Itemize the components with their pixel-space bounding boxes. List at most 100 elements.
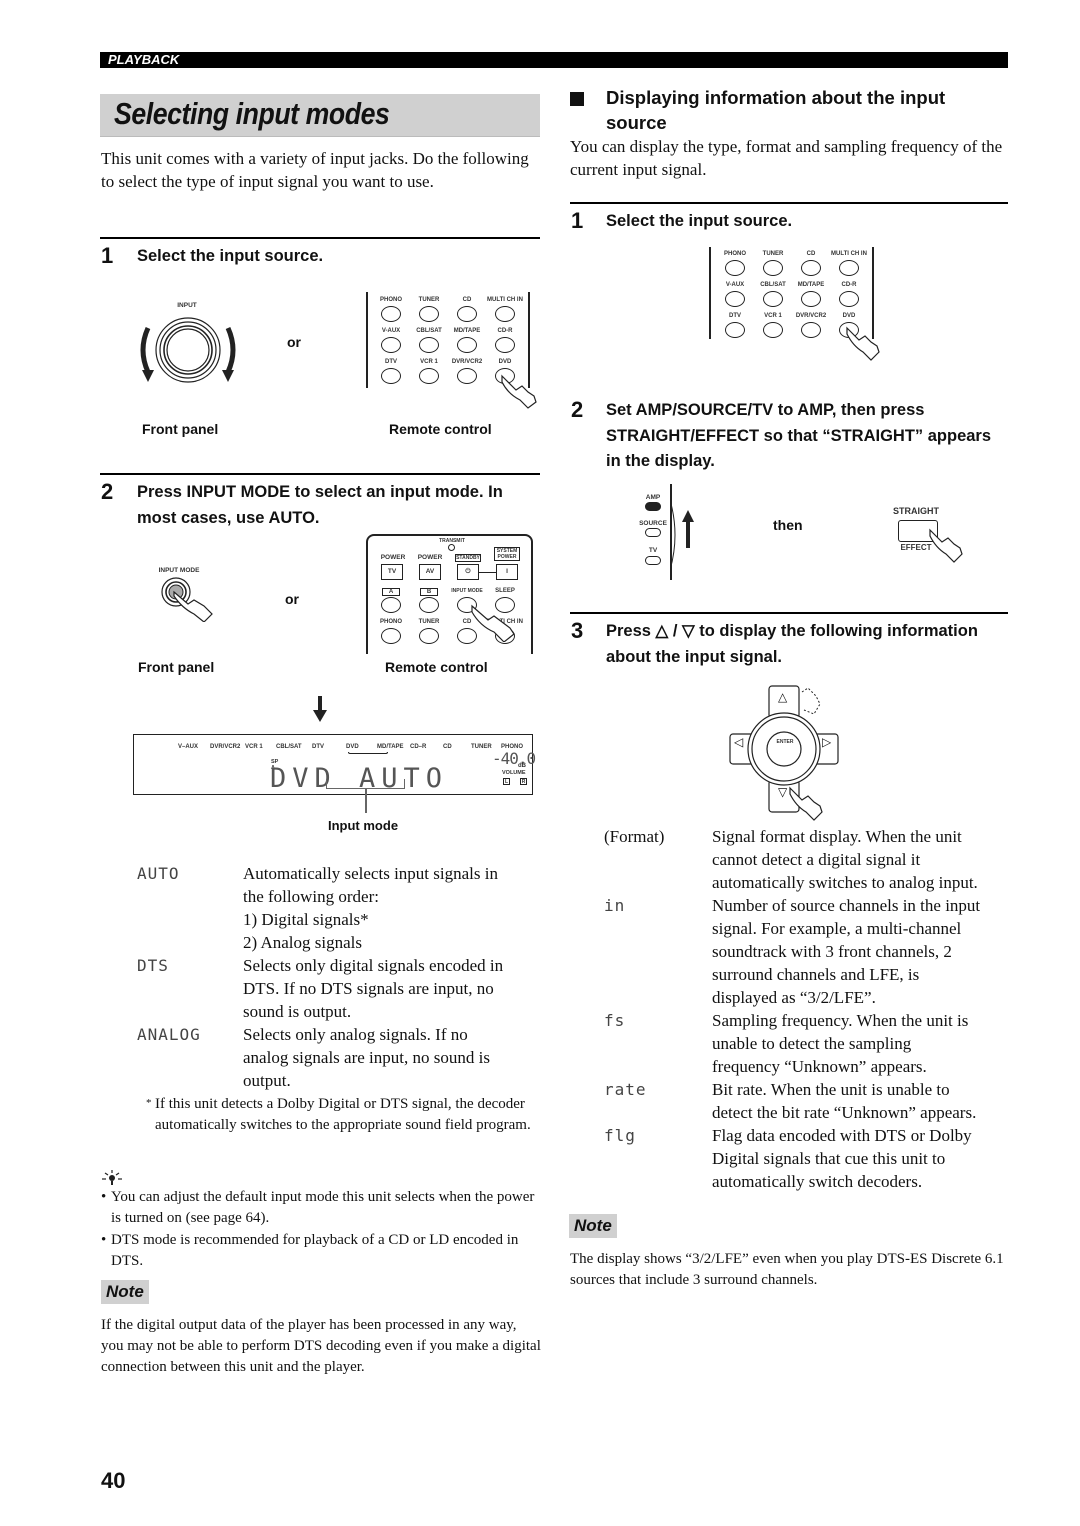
straight-label: STRAIGHT xyxy=(893,506,939,516)
down-button[interactable]: ▽ xyxy=(778,785,787,799)
step-number: 2 xyxy=(101,479,114,504)
remote-source-button[interactable] xyxy=(725,322,745,338)
tip-text: You can adjust the default input mode th… xyxy=(111,1189,535,1226)
source-switch-position[interactable] xyxy=(645,528,661,537)
step-text: Press △ / ▽ to display the following inf… xyxy=(606,622,978,666)
display-source-label: DTV xyxy=(312,744,324,750)
display-source-label: CD–R xyxy=(410,744,427,750)
remote-source-button[interactable] xyxy=(763,322,783,338)
tip-item: • You can adjust the default input mode t… xyxy=(101,1187,541,1229)
definition-term: in xyxy=(604,896,626,915)
connector-line xyxy=(479,572,496,573)
remote-source-button[interactable] xyxy=(381,337,401,353)
remote-source-button[interactable] xyxy=(419,337,439,353)
remote-button[interactable] xyxy=(381,597,401,613)
tips-list: • You can adjust the default input mode t… xyxy=(101,1187,541,1273)
remote-source-button[interactable] xyxy=(839,260,859,276)
definition-text-line: unable to detect the sampling xyxy=(712,1034,912,1053)
pointing-hand-icon xyxy=(471,604,515,642)
remote-button[interactable] xyxy=(419,597,439,613)
right-channel-indicator: R xyxy=(520,778,527,785)
remote-source-button[interactable] xyxy=(457,306,477,322)
remote-source-button[interactable] xyxy=(763,291,783,307)
tv-switch-position[interactable] xyxy=(645,556,661,565)
footnote-mark: * xyxy=(146,1097,152,1109)
left-button[interactable]: ◁ xyxy=(734,735,743,749)
remote-source-button[interactable] xyxy=(801,322,821,338)
remote-source-button[interactable] xyxy=(495,337,515,353)
system-power-button[interactable]: I xyxy=(496,564,518,580)
remote-button-label: DVD xyxy=(842,313,856,319)
display-source-label: CBL/SAT xyxy=(276,744,302,750)
definition-text-line: analog signals are input, no sound is xyxy=(243,1048,490,1067)
section-header-bar: PLAYBACK xyxy=(100,52,1008,68)
divider xyxy=(100,237,540,239)
remote-source-button[interactable] xyxy=(457,368,477,384)
definition-text-line: automatically switches to analog input. xyxy=(712,873,978,892)
amp-switch-position[interactable] xyxy=(645,502,661,511)
remote-button-label: SLEEP xyxy=(495,588,515,594)
remote-source-button[interactable] xyxy=(763,260,783,276)
up-button[interactable]: △ xyxy=(778,690,787,704)
remote-source-button[interactable] xyxy=(381,368,401,384)
definition-text-line: displayed as “3/2/LFE”. xyxy=(712,988,876,1007)
remote-source-button[interactable] xyxy=(419,306,439,322)
definition-text-line: automatically switch decoders. xyxy=(712,1172,923,1191)
definition-text-line: Automatically selects input signals in xyxy=(243,864,498,883)
definition-text-line: Selects only analog signals. If no xyxy=(243,1025,468,1044)
page-number: 40 xyxy=(101,1468,126,1493)
remote-source-button[interactable] xyxy=(801,260,821,276)
pointing-hand-icon xyxy=(929,528,963,563)
remote-button-label: MULTI CH IN xyxy=(487,297,523,303)
input-mode-button[interactable] xyxy=(160,576,216,622)
divider xyxy=(100,473,540,475)
tip-text: DTS mode is recommended for playback of … xyxy=(111,1232,519,1269)
remote-source-button[interactable] xyxy=(839,291,859,307)
remote-source-button[interactable] xyxy=(419,368,439,384)
remote-source-button[interactable] xyxy=(801,291,821,307)
definition-text-line: Bit rate. When the unit is unable to xyxy=(712,1080,950,1099)
enter-button[interactable]: ENTER xyxy=(769,739,801,745)
remote-source-button[interactable] xyxy=(725,260,745,276)
remote-button-label: MULTI CH IN xyxy=(831,251,867,257)
display-source-label: TUNER xyxy=(471,744,492,750)
selected-source-underline xyxy=(348,752,388,754)
system-power-label: SYSTEM POWER xyxy=(494,547,520,561)
power-tv-button[interactable]: TV xyxy=(381,564,403,580)
definition-text-line: Flag data encoded with DTS or Dolby xyxy=(712,1126,972,1145)
right-intro: You can display the type, format and sam… xyxy=(570,137,1003,179)
definition-text-line: the following order: xyxy=(243,887,379,906)
remote-button[interactable] xyxy=(381,628,401,644)
section-label: PLAYBACK xyxy=(108,52,180,67)
definition-term: ANALOG xyxy=(137,1025,201,1044)
remote-button-label: A xyxy=(382,588,400,596)
section-square-icon xyxy=(570,92,584,106)
power-av-button[interactable]: AV xyxy=(419,564,441,580)
standby-label: STANDBY xyxy=(455,554,481,562)
remote-button[interactable] xyxy=(419,628,439,644)
input-knob[interactable] xyxy=(136,310,240,390)
transmit-indicator xyxy=(448,544,455,551)
left-channel-indicator: L xyxy=(503,778,510,785)
definition-term: flg xyxy=(604,1126,636,1145)
note-text: If the digital output data of the player… xyxy=(101,1317,541,1375)
input-mode-bracket xyxy=(326,779,405,789)
right-button[interactable]: ▷ xyxy=(822,735,831,749)
remote-source-button[interactable] xyxy=(725,291,745,307)
source-label: SOURCE xyxy=(639,520,667,527)
definition-text-line: signal. For example, a multi-channel xyxy=(712,919,962,938)
bullet-icon: • xyxy=(101,1232,107,1248)
standby-button[interactable]: ⏻ xyxy=(457,564,479,580)
remote-source-button[interactable] xyxy=(495,306,515,322)
remote-source-button[interactable] xyxy=(381,306,401,322)
tv-label: TV xyxy=(648,547,658,554)
step-text: Set AMP/SOURCE/TV to AMP, then press STR… xyxy=(606,401,992,470)
remote-button-label: CD-R xyxy=(497,328,513,334)
step-number: 3 xyxy=(571,618,584,643)
remote-source-button[interactable] xyxy=(457,337,477,353)
remote-control-caption: Remote control xyxy=(385,659,488,675)
remote-edge xyxy=(709,247,711,339)
definition-text-line: frequency “Unknown” appears. xyxy=(712,1057,927,1076)
volume-label: VOLUME xyxy=(502,770,526,776)
step-text: Press INPUT MODE to select an input mode… xyxy=(137,483,503,527)
